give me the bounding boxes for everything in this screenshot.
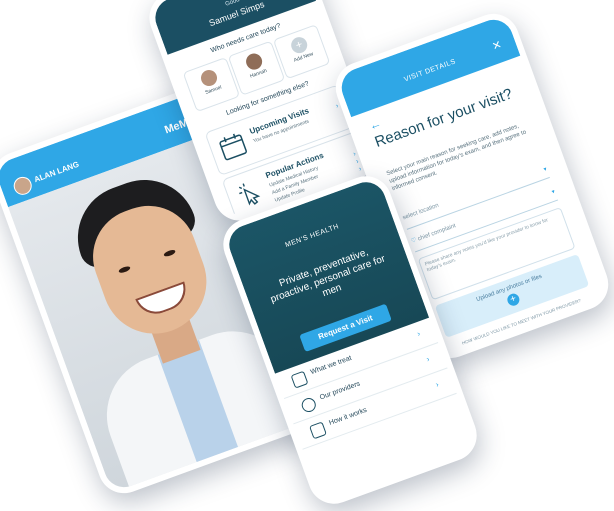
- menu-item-label: Our providers: [318, 380, 362, 402]
- chevron-right-icon: ›: [357, 165, 363, 173]
- chevron-right-icon: ›: [334, 102, 340, 111]
- plus-icon: +: [505, 292, 522, 308]
- chevron-right-icon: ›: [415, 328, 422, 339]
- location-placeholder: select location: [401, 202, 440, 222]
- chevron-right-icon: ›: [434, 379, 440, 390]
- providers-icon: [299, 396, 318, 415]
- complaint-placeholder: chief complaint: [417, 223, 457, 243]
- info-icon: [309, 421, 327, 440]
- caller-name: ALAN LANG: [32, 159, 81, 185]
- back-arrow-icon[interactable]: ←: [367, 116, 383, 133]
- cursor-click-icon: [238, 183, 261, 206]
- menu-item-label: How it works: [328, 406, 368, 427]
- stethoscope-icon: [290, 370, 309, 389]
- calendar-icon: [219, 133, 247, 161]
- chevron-down-icon: ▾: [551, 189, 557, 196]
- caller-avatar: [11, 174, 35, 198]
- chevron-right-icon: ›: [425, 354, 431, 364]
- chevron-right-icon: ›: [352, 150, 358, 158]
- menu-item-label: What we treat: [309, 354, 353, 377]
- chevron-right-icon: ›: [355, 158, 360, 166]
- chevron-down-icon: ▾: [542, 166, 548, 174]
